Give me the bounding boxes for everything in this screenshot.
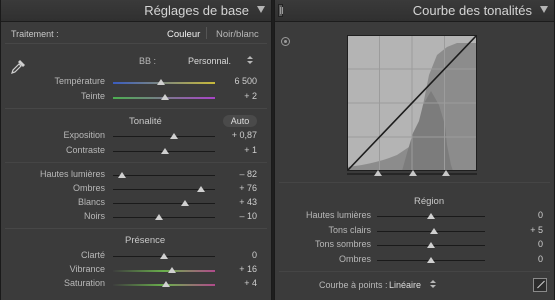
slider-value[interactable]: + 1 bbox=[221, 145, 257, 155]
divider bbox=[5, 228, 267, 229]
slider-value[interactable]: + 2 bbox=[221, 91, 257, 101]
treatment-bw-button[interactable]: Noir/blanc bbox=[216, 29, 259, 40]
edit-point-curve-icon[interactable] bbox=[533, 278, 547, 292]
tone-curve-graph[interactable] bbox=[347, 35, 477, 171]
slider-value[interactable]: + 4 bbox=[221, 278, 257, 288]
tone-curve-svg[interactable] bbox=[347, 35, 477, 171]
slider-label: Noirs bbox=[83, 211, 105, 221]
split-thumb-highlights[interactable] bbox=[442, 170, 450, 176]
slider-label: Hautes lumières bbox=[305, 210, 371, 220]
slider-label: Saturation bbox=[63, 278, 105, 288]
select-down-arrow-icon bbox=[430, 285, 436, 288]
slider-label: Blancs bbox=[77, 197, 105, 207]
treatment-label: Traitement : bbox=[11, 29, 59, 39]
collapse-triangle-icon[interactable] bbox=[540, 6, 548, 13]
slider-label: Vibrance bbox=[69, 264, 105, 274]
slider-thumb[interactable] bbox=[181, 200, 190, 206]
slider-thumb[interactable] bbox=[429, 228, 438, 234]
basic-panel-header[interactable]: Réglages de base bbox=[1, 0, 271, 22]
slider-track[interactable] bbox=[113, 175, 215, 176]
point-curve-label: Courbe à points : bbox=[319, 280, 388, 290]
select-up-arrow-icon bbox=[430, 280, 436, 283]
treatment-color-button[interactable]: Couleur bbox=[167, 29, 200, 40]
wb-label: BB : bbox=[139, 56, 157, 66]
slider-value[interactable]: 0 bbox=[515, 239, 543, 249]
select-down-arrow-icon bbox=[247, 61, 253, 64]
slider-thumb[interactable] bbox=[196, 186, 205, 192]
slider-label: Contraste bbox=[65, 145, 105, 155]
slider-label: Hautes lumières bbox=[39, 169, 105, 179]
slider-thumb[interactable] bbox=[170, 133, 179, 139]
slider-label: Tons clairs bbox=[328, 225, 371, 235]
slider-label: Exposition bbox=[63, 130, 105, 140]
split-thumb-shadows[interactable] bbox=[374, 170, 382, 176]
eyedropper-icon[interactable] bbox=[9, 58, 27, 76]
select-up-arrow-icon bbox=[247, 56, 253, 59]
divider bbox=[5, 43, 267, 44]
slider-track[interactable] bbox=[113, 203, 215, 204]
slider-value[interactable]: – 10 bbox=[221, 211, 257, 221]
slider-value[interactable]: 0 bbox=[515, 210, 543, 220]
divider bbox=[279, 182, 550, 183]
slider-track[interactable] bbox=[113, 136, 215, 137]
slider-thumb[interactable] bbox=[162, 281, 171, 287]
tone-curve-panel-title: Courbe des tonalités bbox=[412, 3, 532, 18]
slider-value[interactable]: 0 bbox=[221, 250, 257, 260]
slider-track[interactable] bbox=[113, 270, 215, 272]
split-thumb-midtones[interactable] bbox=[409, 170, 417, 176]
presence-section-title: Présence bbox=[125, 235, 166, 246]
slider-value[interactable]: + 43 bbox=[221, 197, 257, 207]
slider-track[interactable] bbox=[113, 217, 215, 218]
target-adjust-icon[interactable] bbox=[281, 37, 290, 46]
collapse-triangle-icon[interactable] bbox=[257, 6, 265, 13]
slider-label: Ombres bbox=[72, 183, 105, 193]
slider-thumb[interactable] bbox=[154, 214, 163, 220]
treatment-divider bbox=[206, 27, 207, 39]
slider-thumb[interactable] bbox=[161, 94, 170, 100]
wb-select[interactable]: Personnal. bbox=[188, 56, 231, 66]
slider-value[interactable]: + 16 bbox=[221, 264, 257, 274]
slider-thumb[interactable] bbox=[427, 213, 435, 219]
slider-value[interactable]: + 5 bbox=[515, 225, 543, 235]
slider-label: Teinte bbox=[80, 91, 105, 101]
slider-label: Température bbox=[54, 76, 105, 86]
slider-thumb[interactable] bbox=[427, 257, 435, 263]
slider-label: Tons sombres bbox=[314, 239, 371, 249]
slider-thumb[interactable] bbox=[161, 148, 170, 154]
tone-curve-panel: Courbe des tonalités Région Hautes lumiè… bbox=[274, 0, 555, 300]
region-section-title: Région bbox=[414, 196, 445, 207]
slider-thumb[interactable] bbox=[160, 253, 168, 259]
slider-thumb[interactable] bbox=[168, 267, 177, 273]
auto-tone-button[interactable]: Auto bbox=[223, 115, 257, 127]
slider-thumb[interactable] bbox=[427, 242, 435, 248]
basic-panel-title: Réglages de base bbox=[144, 3, 249, 18]
slider-value[interactable]: 6 500 bbox=[221, 76, 257, 86]
basic-panel: Réglages de base Traitement : Couleur No… bbox=[0, 0, 272, 300]
slider-thumb[interactable] bbox=[118, 172, 127, 178]
slider-thumb[interactable] bbox=[156, 79, 165, 85]
divider bbox=[5, 108, 267, 109]
point-curve-select[interactable]: Linéaire bbox=[389, 280, 421, 290]
slider-label: Clarté bbox=[80, 250, 105, 260]
slider-value[interactable]: 0 bbox=[515, 254, 543, 264]
tone-curve-panel-header[interactable]: Courbe des tonalités bbox=[275, 0, 554, 22]
slider-value[interactable]: + 76 bbox=[221, 183, 257, 193]
tone-section-title: Tonalité bbox=[129, 116, 162, 127]
divider bbox=[5, 162, 267, 163]
slider-value[interactable]: + 0,87 bbox=[221, 130, 257, 140]
divider bbox=[279, 271, 550, 272]
slider-value[interactable]: – 82 bbox=[221, 169, 257, 179]
panel-switch-icon[interactable] bbox=[278, 4, 283, 17]
slider-label: Ombres bbox=[338, 254, 371, 264]
